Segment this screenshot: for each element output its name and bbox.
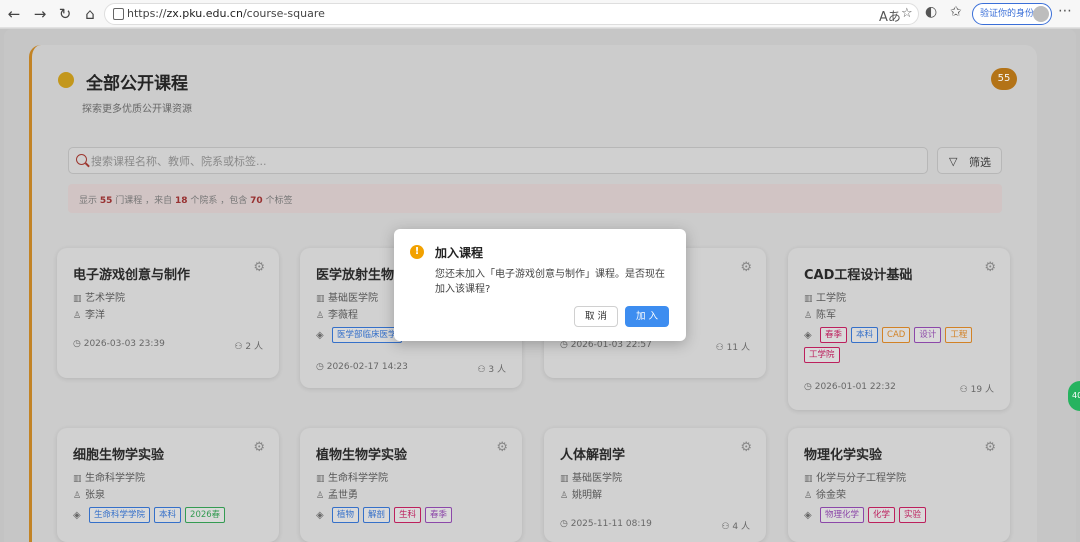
side-float-button[interactable]: 40	[1068, 381, 1080, 411]
reload-icon[interactable]: ↻	[55, 4, 75, 24]
home-icon[interactable]: ⌂	[80, 4, 100, 24]
dialog-title: 加入课程	[435, 246, 484, 260]
join-course-dialog: ! 加入课程 您还未加入「电子游戏创意与制作」课程。是否现在加入该课程? 取 消…	[394, 229, 686, 341]
forward-icon[interactable]: →	[30, 4, 50, 24]
avatar	[1033, 6, 1049, 22]
cancel-button[interactable]: 取 消	[574, 306, 618, 327]
favorite-star-icon[interactable]: ☆	[901, 6, 913, 21]
back-icon[interactable]: ←	[4, 4, 24, 24]
more-icon[interactable]: ⋯	[1058, 3, 1072, 19]
warning-icon: !	[410, 245, 424, 259]
address-url: https://zx.pku.edu.cn/course-square	[127, 7, 325, 20]
address-bar[interactable]: https://zx.pku.edu.cn/course-square Aあ ☆	[104, 3, 919, 25]
translate-icon[interactable]: Aあ	[879, 6, 901, 25]
dialog-message: 您还未加入「电子游戏创意与制作」课程。是否现在加入该课程?	[435, 269, 665, 295]
verify-identity-button[interactable]: 验证你的身份	[972, 3, 1052, 25]
favorites-icon[interactable]: ✩	[950, 4, 962, 20]
lock-icon	[113, 8, 124, 20]
extension-icon[interactable]: ◐	[925, 4, 937, 20]
join-button[interactable]: 加 入	[625, 306, 669, 327]
browser-toolbar: ← → ↻ ⌂ https://zx.pku.edu.cn/course-squ…	[0, 0, 1080, 28]
